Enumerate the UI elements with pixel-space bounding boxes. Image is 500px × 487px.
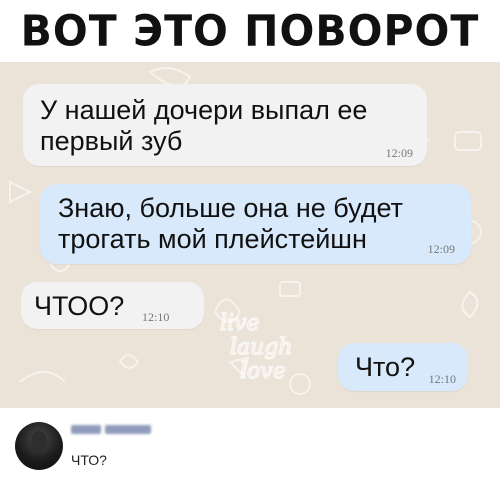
avatar-face [31,431,47,451]
avatar[interactable] [15,422,63,470]
message-bubble-outgoing: Знаю, больше она не будет трогать мой пл… [40,184,471,264]
message-bubble-outgoing: Что? 12:10 [338,343,468,391]
message-text: ЧТОО? [34,291,125,321]
message-time: 12:09 [427,242,455,256]
svg-text:laugh: laugh [230,335,293,360]
blurred-name-part [105,424,151,434]
message-text: Знаю, больше она не будет трогать мой пл… [58,193,403,254]
message-bubble-incoming: У нашей дочери выпал ее первый зуб 12:09 [23,84,427,166]
message-text: У нашей дочери выпал ее первый зуб [40,95,368,156]
chat-area: live laugh love У нашей дочери выпал ее … [0,62,500,408]
meme-title: ВОТ ЭТО ПОВОРОТ [20,5,480,57]
comment-text: ЧТО? [71,452,107,468]
comment-author-blurred[interactable] [71,422,151,436]
message-bubble-incoming: ЧТОО? 12:10 [21,282,204,329]
comment-block: ЧТО? [0,408,500,487]
blurred-name-part [71,424,101,434]
message-time: 12:09 [385,146,413,160]
message-text: Что? [355,352,416,382]
svg-text:love: love [240,359,286,384]
message-time: 12:10 [428,372,456,386]
message-time: 12:10 [142,310,170,324]
svg-text:live: live [220,311,260,336]
